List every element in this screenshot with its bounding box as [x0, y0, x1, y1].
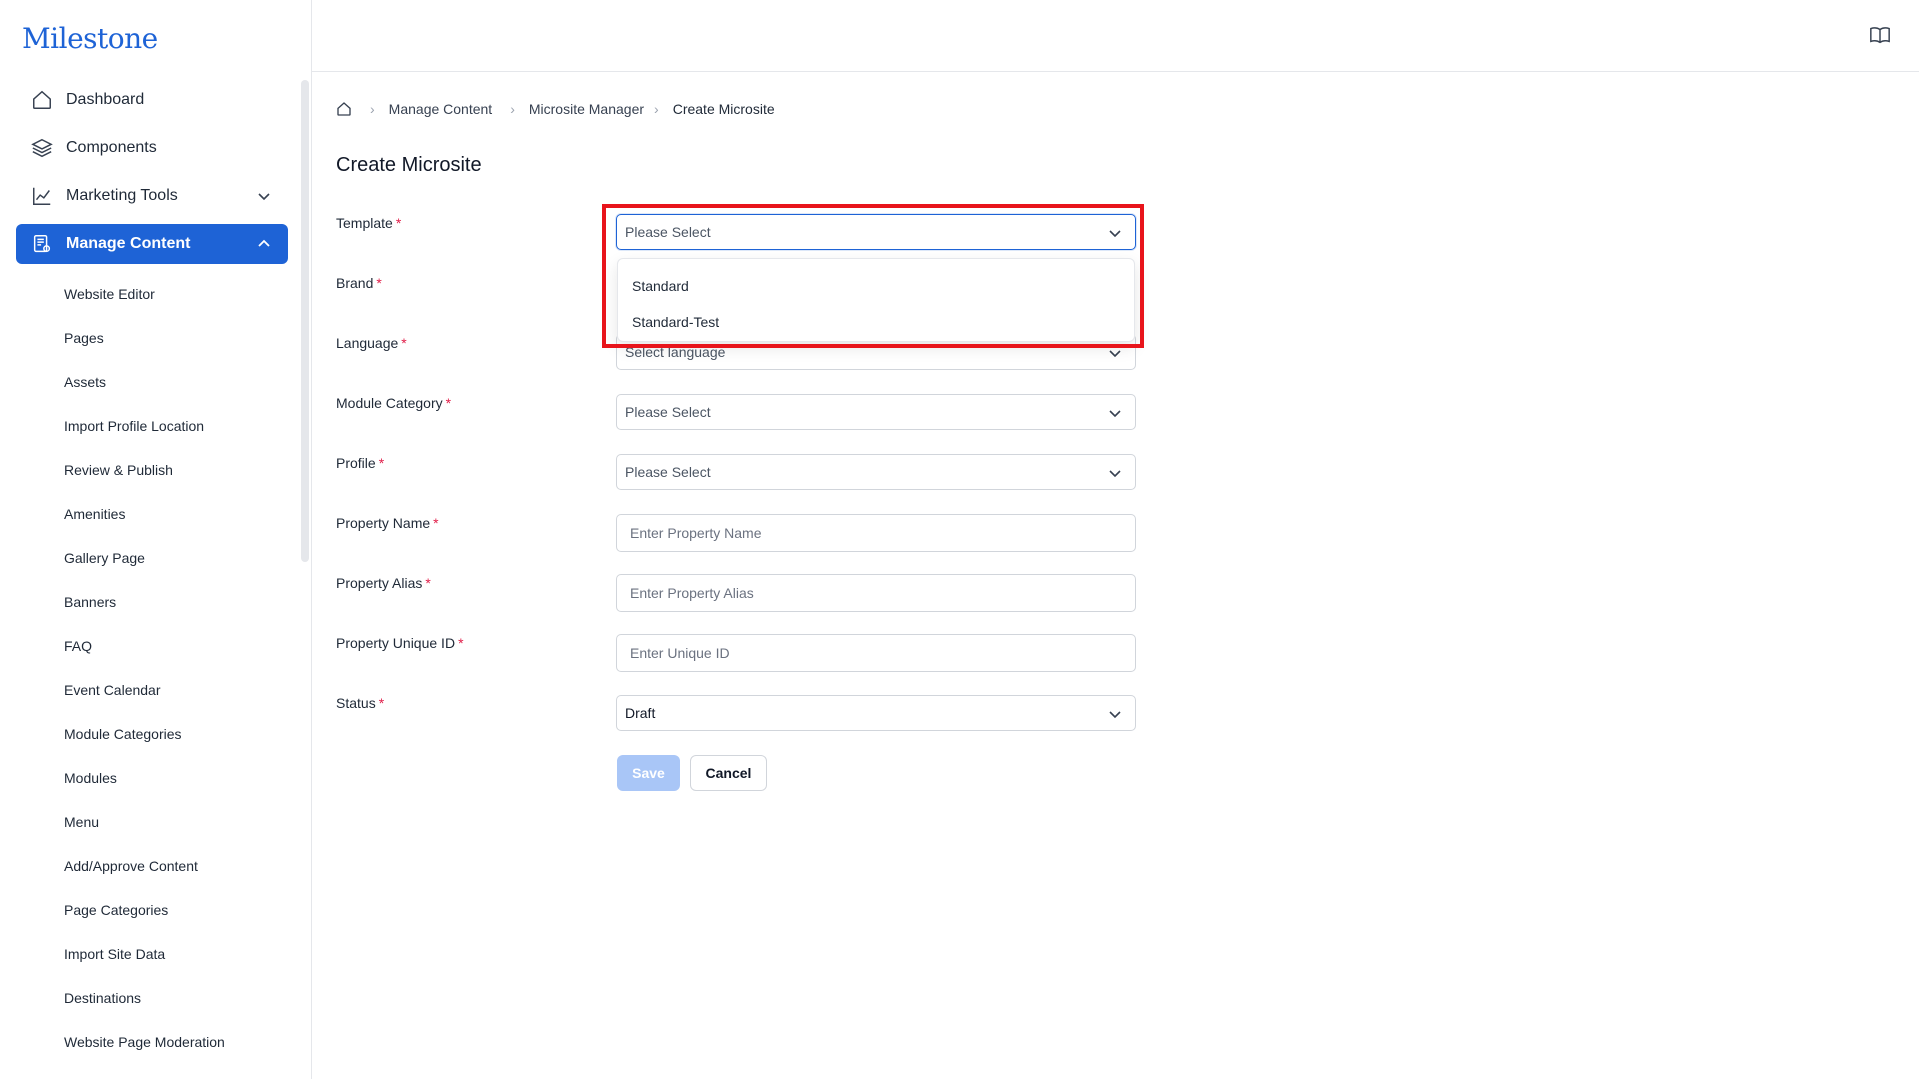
sidebar-subitem-gallery-page[interactable]: Gallery Page: [0, 536, 300, 580]
sidebar-subitem-website-page-moderation[interactable]: Website Page Moderation: [0, 1020, 300, 1064]
status-select-value: Draft: [625, 705, 656, 721]
breadcrumb-separator-icon: ›: [654, 101, 659, 117]
sidebar-subitem-review-publish[interactable]: Review & Publish: [0, 448, 300, 492]
sidebar-subitem-banners[interactable]: Banners: [0, 580, 300, 624]
milestone-logo[interactable]: Milestone: [22, 22, 158, 55]
label-text: Language: [336, 335, 399, 351]
sidebar-subitem-menu[interactable]: Menu: [0, 800, 300, 844]
required-mark: *: [395, 215, 402, 231]
breadcrumb-home-icon[interactable]: [336, 100, 354, 118]
required-mark: *: [378, 455, 385, 471]
sidebar-item-marketing-tools[interactable]: Marketing Tools: [16, 176, 288, 216]
sidebar-item-label: Dashboard: [66, 91, 145, 108]
sidebar-scrollbar[interactable]: [301, 80, 309, 562]
brand-label: Brand *: [336, 275, 382, 291]
chevron-up-icon[interactable]: [256, 236, 272, 252]
sidebar-subitem-website-editor[interactable]: Website Editor: [0, 272, 300, 316]
label-text: Template: [336, 215, 393, 231]
sidebar-main-nav: Dashboard Components Marketing Tools Man…: [16, 80, 288, 272]
status-select[interactable]: Draft: [616, 695, 1136, 731]
template-label: Template *: [336, 215, 401, 231]
document-gear-icon: [30, 232, 54, 256]
label-text: Brand: [336, 275, 374, 291]
sidebar-subitem-destinations[interactable]: Destinations: [0, 976, 300, 1020]
chevron-down-icon[interactable]: [256, 188, 272, 204]
breadcrumb-microsite-manager[interactable]: Microsite Manager: [529, 101, 644, 117]
sidebar-subitem-add-approve-content[interactable]: Add/Approve Content: [0, 844, 300, 888]
sidebar-item-label: Marketing Tools: [66, 187, 178, 204]
property-unique-id-input[interactable]: Enter Unique ID: [616, 634, 1136, 672]
book-icon[interactable]: [1869, 24, 1891, 46]
label-text: Status: [336, 695, 376, 711]
required-mark: *: [378, 695, 385, 711]
required-mark: *: [433, 515, 439, 531]
page-title: Create Microsite: [336, 154, 482, 176]
breadcrumb-manage-content[interactable]: Manage Content: [389, 101, 493, 117]
breadcrumb-separator-icon: ›: [370, 101, 375, 117]
sidebar-subitem-modules[interactable]: Modules: [0, 756, 300, 800]
property-name-label: Property Name *: [336, 515, 439, 531]
sidebar-subitem-event-calendar[interactable]: Event Calendar: [0, 668, 300, 712]
sidebar-subitem-import-site-data[interactable]: Import Site Data: [0, 932, 300, 976]
breadcrumb-separator-icon: ›: [510, 101, 515, 117]
property-alias-label: Property Alias *: [336, 575, 431, 591]
chevron-down-icon: [1107, 225, 1123, 241]
chevron-down-icon: [1107, 465, 1123, 481]
required-mark: *: [376, 275, 382, 291]
module-category-select[interactable]: Please Select: [616, 394, 1136, 430]
label-text: Profile: [336, 455, 376, 471]
required-mark: *: [425, 575, 431, 591]
label-text: Property Alias: [336, 575, 423, 591]
language-select-value: Select language: [625, 344, 726, 360]
profile-label: Profile *: [336, 455, 384, 471]
sidebar-subitem-assets[interactable]: Assets: [0, 360, 300, 404]
sidebar-item-label: Components: [66, 139, 157, 156]
sidebar-subitem-import-profile-location[interactable]: Import Profile Location: [0, 404, 300, 448]
cancel-button[interactable]: Cancel: [690, 755, 767, 791]
property-name-input[interactable]: Enter Property Name: [616, 514, 1136, 552]
property-alias-input[interactable]: Enter Property Alias: [616, 574, 1136, 612]
label-text: Property Name: [336, 515, 431, 531]
sidebar-item-dashboard[interactable]: Dashboard: [16, 80, 288, 120]
label-text: Module Category: [336, 395, 443, 411]
sidebar-subitem-pages[interactable]: Pages: [0, 316, 300, 360]
chevron-down-icon: [1107, 706, 1123, 722]
manage-content-submenu: Website Editor Pages Assets Import Profi…: [0, 272, 300, 1064]
sidebar: Milestone Dashboard Components Marketing…: [0, 0, 312, 1079]
sidebar-item-label: Manage Content: [66, 235, 191, 252]
sidebar-subitem-faq[interactable]: FAQ: [0, 624, 300, 668]
top-bar: [312, 0, 1919, 72]
status-label: Status *: [336, 695, 384, 711]
module-category-select-value: Please Select: [625, 404, 711, 420]
layers-icon: [30, 136, 54, 160]
sidebar-item-components[interactable]: Components: [16, 128, 288, 168]
profile-select-value: Please Select: [625, 464, 711, 480]
sidebar-subitem-page-categories[interactable]: Page Categories: [0, 888, 300, 932]
required-mark: *: [445, 395, 452, 411]
sidebar-subitem-module-categories[interactable]: Module Categories: [0, 712, 300, 756]
home-icon: [30, 88, 54, 112]
module-category-label: Module Category *: [336, 395, 451, 411]
template-option-standard-test[interactable]: Standard-Test: [632, 314, 719, 330]
chevron-down-icon: [1107, 405, 1123, 421]
breadcrumb-create-microsite: Create Microsite: [672, 101, 775, 117]
breadcrumb: › Manage Content › Microsite Manager › C…: [336, 100, 775, 118]
save-button[interactable]: Save: [617, 755, 680, 791]
template-select-value: Please Select: [625, 224, 711, 240]
language-label: Language *: [336, 335, 407, 351]
profile-select[interactable]: Please Select: [616, 454, 1136, 490]
chevron-down-icon: [1107, 345, 1123, 361]
template-dropdown-menu: Standard Standard-Test: [617, 258, 1135, 342]
property-unique-id-label: Property Unique ID *: [336, 635, 464, 651]
required-mark: *: [458, 635, 464, 651]
required-mark: *: [401, 335, 407, 351]
template-select[interactable]: Please Select: [616, 214, 1136, 250]
label-text: Property Unique ID: [336, 635, 456, 651]
template-option-standard[interactable]: Standard: [632, 278, 689, 294]
sidebar-item-manage-content[interactable]: Manage Content: [16, 224, 288, 264]
sidebar-subitem-amenities[interactable]: Amenities: [0, 492, 300, 536]
chart-line-icon: [30, 184, 54, 208]
